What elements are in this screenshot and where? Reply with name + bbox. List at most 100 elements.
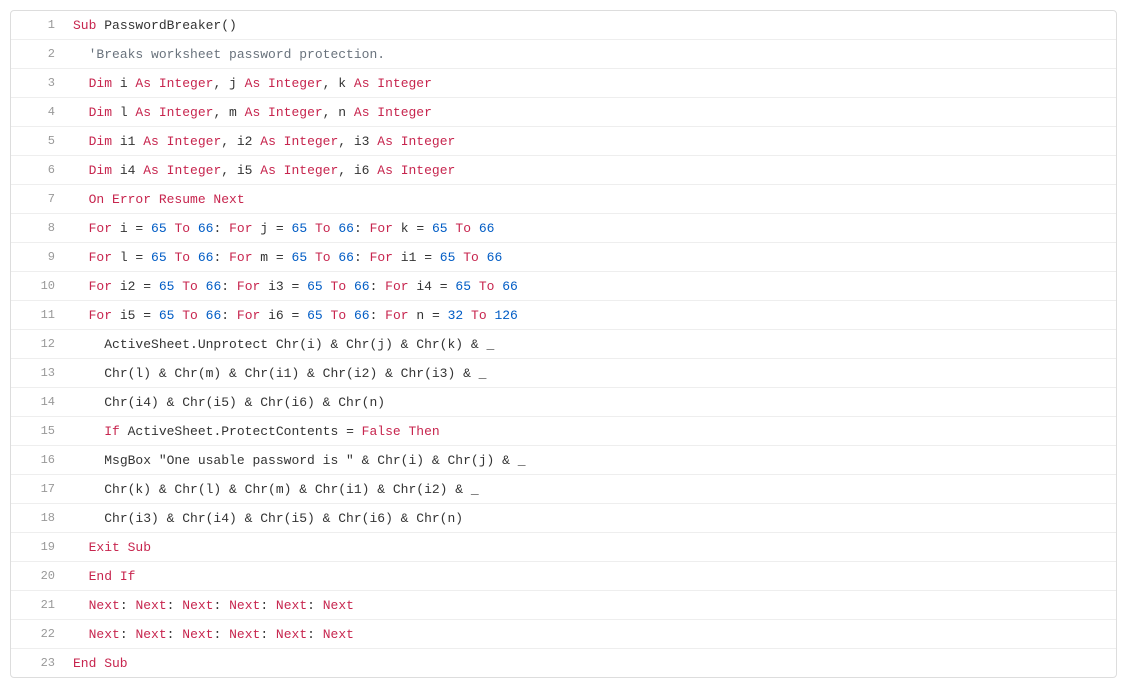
token-kw: As Integer xyxy=(135,76,213,91)
token-id: i6 = xyxy=(260,308,307,323)
token-id: i3 = xyxy=(260,279,307,294)
line-content: Chr(l) & Chr(m) & Chr(i1) & Chr(i2) & Ch… xyxy=(65,361,1116,386)
token-kw: To xyxy=(471,308,487,323)
token-num: 65 xyxy=(159,308,175,323)
line-number: 4 xyxy=(11,105,65,119)
token-id xyxy=(323,279,331,294)
token-kw: For xyxy=(237,308,260,323)
code-line: 7 On Error Resume Next xyxy=(11,185,1116,214)
token-id xyxy=(307,250,315,265)
line-number: 12 xyxy=(11,337,65,351)
line-number: 8 xyxy=(11,221,65,235)
token-id: Chr(i4) & Chr(i5) & Chr(i6) & Chr(n) xyxy=(104,395,385,410)
token-id: : xyxy=(213,627,229,642)
token-id: i1 xyxy=(112,134,143,149)
code-line: 4 Dim l As Integer, m As Integer, n As I… xyxy=(11,98,1116,127)
line-content: ActiveSheet.Unprotect Chr(i) & Chr(j) & … xyxy=(65,332,1116,357)
code-line: 1Sub PasswordBreaker() xyxy=(11,11,1116,40)
code-line: 8 For i = 65 To 66: For j = 65 To 66: Fo… xyxy=(11,214,1116,243)
line-content: For i = 65 To 66: For j = 65 To 66: For … xyxy=(65,216,1116,241)
token-kw: Next xyxy=(135,598,166,613)
token-kw: Dim xyxy=(89,76,112,91)
line-content: MsgBox "One usable password is " & Chr(i… xyxy=(65,448,1116,473)
token-kw: For xyxy=(89,221,112,236)
token-num: 65 xyxy=(432,221,448,236)
token-id: : xyxy=(307,627,323,642)
token-num: 66 xyxy=(206,279,222,294)
token-num: 65 xyxy=(292,250,308,265)
code-line: 14 Chr(i4) & Chr(i5) & Chr(i6) & Chr(n) xyxy=(11,388,1116,417)
token-kw: As Integer xyxy=(354,76,432,91)
token-id: ActiveSheet.ProtectContents = xyxy=(120,424,362,439)
token-id: Chr(k) & Chr(l) & Chr(m) & Chr(i1) & Chr… xyxy=(104,482,478,497)
token-kw: Next xyxy=(229,627,260,642)
code-block: 1Sub PasswordBreaker()2 'Breaks workshee… xyxy=(10,10,1117,678)
code-line: 3 Dim i As Integer, j As Integer, k As I… xyxy=(11,69,1116,98)
token-id: : xyxy=(213,221,229,236)
token-id: Chr(i3) & Chr(i4) & Chr(i5) & Chr(i6) & … xyxy=(104,511,463,526)
token-id: , i5 xyxy=(221,163,260,178)
token-num: 65 xyxy=(307,308,323,323)
code-line: 6 Dim i4 As Integer, i5 As Integer, i6 A… xyxy=(11,156,1116,185)
token-num: 65 xyxy=(307,279,323,294)
token-id: : xyxy=(221,279,237,294)
code-line: 20 End If xyxy=(11,562,1116,591)
code-line: 2 'Breaks worksheet password protection. xyxy=(11,40,1116,69)
token-kw: Next xyxy=(323,598,354,613)
line-number: 15 xyxy=(11,424,65,438)
line-number: 6 xyxy=(11,163,65,177)
token-id: k = xyxy=(393,221,432,236)
token-id: i4 xyxy=(112,163,143,178)
token-kw: As Integer xyxy=(245,76,323,91)
line-number: 16 xyxy=(11,453,65,467)
token-num: 65 xyxy=(440,250,456,265)
token-kw: Next xyxy=(182,598,213,613)
token-kw: To xyxy=(182,308,198,323)
token-num: 65 xyxy=(151,221,167,236)
token-id: : xyxy=(167,598,183,613)
token-kw: To xyxy=(455,221,471,236)
token-kw: As Integer xyxy=(260,163,338,178)
token-id: , n xyxy=(323,105,354,120)
code-line: 12 ActiveSheet.Unprotect Chr(i) & Chr(j)… xyxy=(11,330,1116,359)
token-kw: Next xyxy=(276,627,307,642)
token-id xyxy=(323,308,331,323)
token-id: i xyxy=(112,76,135,91)
token-id xyxy=(346,308,354,323)
line-content: If ActiveSheet.ProtectContents = False T… xyxy=(65,419,1116,444)
line-number: 17 xyxy=(11,482,65,496)
token-num: 65 xyxy=(292,221,308,236)
line-number: 5 xyxy=(11,134,65,148)
token-kw: Next xyxy=(135,627,166,642)
token-kw: As Integer xyxy=(260,134,338,149)
token-num: 66 xyxy=(487,250,503,265)
token-kw: For xyxy=(89,250,112,265)
token-num: 126 xyxy=(494,308,517,323)
line-number: 2 xyxy=(11,47,65,61)
token-id: , m xyxy=(213,105,244,120)
token-id: m = xyxy=(253,250,292,265)
code-line: 9 For l = 65 To 66: For m = 65 To 66: Fo… xyxy=(11,243,1116,272)
token-kw: For xyxy=(370,250,393,265)
token-id: ActiveSheet.Unprotect Chr(i) & Chr(j) & … xyxy=(104,337,494,352)
token-kw: Sub xyxy=(73,18,104,33)
line-content: Sub PasswordBreaker() xyxy=(65,13,1116,38)
line-content: On Error Resume Next xyxy=(65,187,1116,212)
line-number: 1 xyxy=(11,18,65,32)
token-id: : xyxy=(260,598,276,613)
line-content: Chr(i3) & Chr(i4) & Chr(i5) & Chr(i6) & … xyxy=(65,506,1116,531)
token-kw: To xyxy=(182,279,198,294)
token-kw: As Integer xyxy=(245,105,323,120)
token-kw: For xyxy=(89,308,112,323)
token-id: MsgBox xyxy=(104,453,159,468)
token-id: , i3 xyxy=(338,134,377,149)
token-kw: As Integer xyxy=(143,163,221,178)
token-id xyxy=(471,221,479,236)
token-id: j = xyxy=(253,221,292,236)
token-kw: For xyxy=(385,308,408,323)
token-kw: As Integer xyxy=(143,134,221,149)
line-content: Dim i1 As Integer, i2 As Integer, i3 As … xyxy=(65,129,1116,154)
token-id xyxy=(307,221,315,236)
token-str: "One usable password is " xyxy=(159,453,354,468)
line-content: For l = 65 To 66: For m = 65 To 66: For … xyxy=(65,245,1116,270)
